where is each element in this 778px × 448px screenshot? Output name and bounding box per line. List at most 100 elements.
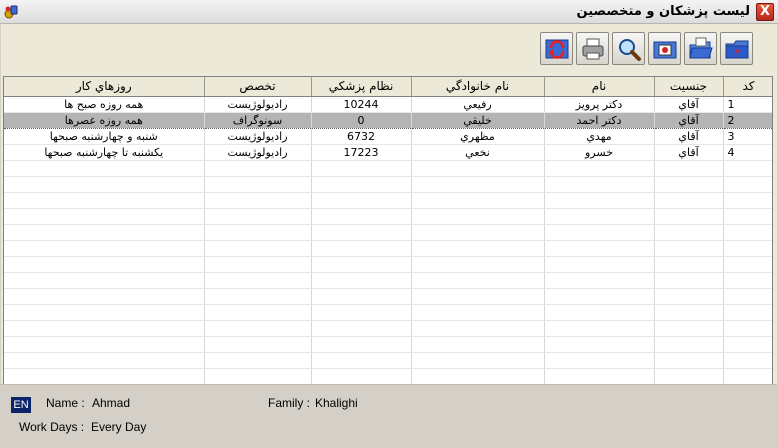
empty-cell (544, 352, 655, 369)
empty-cell (723, 288, 772, 305)
row-name[interactable]: مهدي (544, 128, 655, 145)
details-panel: EN Name : Ahmad Family : Khalighi Work D… (1, 384, 777, 446)
row-gender[interactable]: آقاي (654, 144, 724, 161)
row-specialty[interactable]: راديولوژيست (204, 96, 312, 113)
empty-cell (544, 208, 655, 225)
refresh-icon (545, 39, 568, 59)
empty-cell (4, 304, 205, 321)
empty-cell (411, 272, 545, 289)
row-name[interactable]: دكتر احمد (544, 111, 655, 129)
row-name[interactable]: دكتر پرويز (544, 96, 655, 113)
column-header[interactable]: تخصص (204, 77, 312, 97)
empty-row (4, 208, 772, 225)
empty-cell (544, 256, 655, 273)
empty-cell (544, 336, 655, 353)
empty-cell (311, 224, 412, 241)
table-row[interactable]: 2 آقاي دكتر احمد خليقي 0 سونوگراف همه روزه عصر… (4, 111, 772, 129)
row-family[interactable]: خليقي (411, 111, 545, 129)
row-med-number[interactable]: 0 (311, 111, 412, 129)
empty-cell (204, 240, 312, 257)
column-header[interactable]: جنسيت (654, 77, 724, 97)
row-code[interactable]: 1 (723, 96, 772, 113)
empty-cell (311, 368, 412, 385)
table-row[interactable]: 4 آقاي خسرو نخعي 17223 راديولوژيست يكشنبه تا چ… (4, 144, 772, 161)
row-family[interactable]: رفيعي (411, 96, 545, 113)
column-header[interactable]: نظام پزشكي (311, 77, 412, 97)
search-button[interactable] (612, 32, 645, 65)
empty-cell (654, 368, 724, 385)
svg-text:*: * (734, 48, 740, 59)
column-header[interactable]: نام خانوادگي (411, 77, 545, 97)
open-button[interactable] (684, 32, 717, 65)
row-work-days[interactable]: همه روزه عصرها (4, 111, 205, 129)
table-row[interactable]: 1 آقاي دكتر پرويز رفيعي 10244 راديولوژيست همه … (4, 96, 772, 113)
row-med-number[interactable]: 6732 (311, 128, 412, 145)
row-code[interactable]: 3 (723, 128, 772, 145)
empty-row (4, 368, 772, 385)
row-med-number[interactable]: 17223 (311, 144, 412, 161)
column-header[interactable]: روزهاي كار (4, 77, 205, 97)
row-family[interactable]: مظهري (411, 128, 545, 145)
close-button[interactable]: X (756, 3, 774, 21)
empty-cell (311, 240, 412, 257)
empty-cell (411, 176, 545, 193)
empty-cell (723, 368, 772, 385)
empty-cell (654, 304, 724, 321)
empty-cell (4, 240, 205, 257)
empty-row (4, 352, 772, 369)
row-gender[interactable]: آقاي (654, 96, 724, 113)
empty-cell (4, 160, 205, 177)
empty-cell (311, 336, 412, 353)
refresh-button[interactable] (540, 32, 573, 65)
empty-cell (411, 160, 545, 177)
empty-cell (204, 208, 312, 225)
print-button[interactable] (576, 32, 609, 65)
row-family[interactable]: نخعي (411, 144, 545, 161)
empty-cell (654, 352, 724, 369)
empty-cell (4, 352, 205, 369)
row-med-number[interactable]: 10244 (311, 96, 412, 113)
row-code[interactable]: 4 (723, 144, 772, 161)
row-specialty[interactable]: راديولوژيست (204, 144, 312, 161)
workdays-value: Every Day (91, 420, 147, 434)
empty-cell (544, 304, 655, 321)
row-work-days[interactable]: شنبه و چهارشنبه صبحها (4, 128, 205, 145)
row-specialty[interactable]: راديولوژيست (204, 128, 312, 145)
print-icon (582, 38, 603, 59)
empty-cell (4, 288, 205, 305)
empty-cell (544, 288, 655, 305)
row-work-days[interactable]: همه روزه صبح ها (4, 96, 205, 113)
row-gender[interactable]: آقاي (654, 111, 724, 129)
row-code[interactable]: 2 (723, 111, 772, 129)
new-button[interactable]: * (720, 32, 753, 65)
empty-cell (723, 320, 772, 337)
name-label: Name : (46, 396, 85, 410)
row-gender[interactable]: آقاي (654, 128, 724, 145)
row-name[interactable]: خسرو (544, 144, 655, 161)
record-button[interactable] (648, 32, 681, 65)
empty-row (4, 160, 772, 177)
empty-cell (204, 336, 312, 353)
row-work-days[interactable]: يكشنبه تا چهارشنبه صبحها (4, 144, 205, 161)
row-specialty[interactable]: سونوگراف (204, 111, 312, 129)
column-header[interactable]: نام (544, 77, 655, 97)
search-icon (618, 38, 641, 61)
empty-cell (204, 160, 312, 177)
empty-cell (204, 288, 312, 305)
empty-cell (654, 224, 724, 241)
empty-cell (544, 160, 655, 177)
empty-cell (654, 272, 724, 289)
empty-cell (723, 240, 772, 257)
empty-cell (654, 256, 724, 273)
empty-cell (204, 320, 312, 337)
empty-cell (544, 240, 655, 257)
empty-cell (311, 192, 412, 209)
language-badge[interactable]: EN (11, 397, 31, 413)
table-row[interactable]: 3 آقاي مهدي مظهري 6732 راديولوژيست شنبه و چهار… (4, 128, 772, 145)
empty-cell (411, 304, 545, 321)
empty-cell (654, 320, 724, 337)
empty-cell (204, 352, 312, 369)
doctors-table[interactable]: كد جنسيت نام نام خانوادگي نظام پزشكي تخصص روزه… (3, 76, 773, 388)
empty-cell (204, 192, 312, 209)
column-header[interactable]: كد (723, 77, 772, 97)
